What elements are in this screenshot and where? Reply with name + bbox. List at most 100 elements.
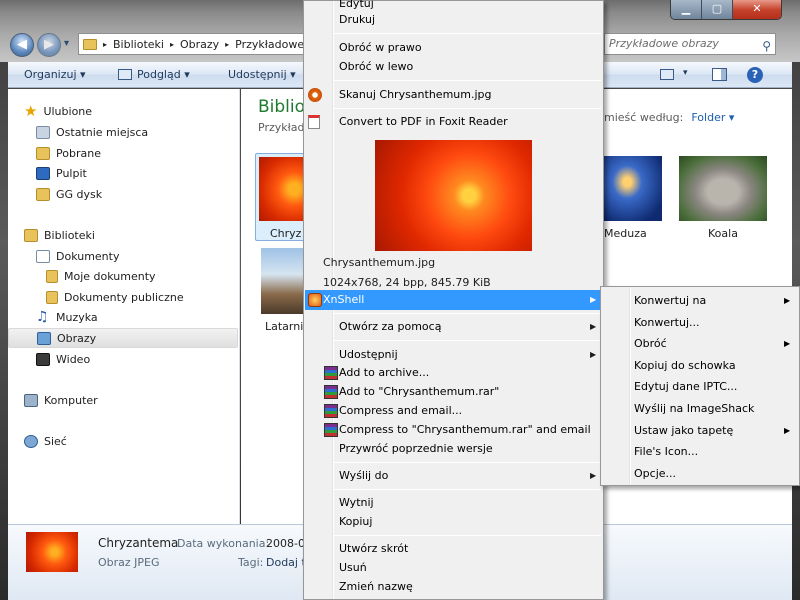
submenu-item-file-icon[interactable]: File's Icon... [634,442,698,462]
menu-item-foxit-convert[interactable]: Convert to PDF in Foxit Reader [339,112,508,132]
sidebar-item-videos[interactable]: Wideo [36,349,90,369]
submenu-item-copy-to-clipboard[interactable]: Kopiuj do schowka [634,356,736,376]
menu-item-share[interactable]: Udostępnij [339,345,398,365]
breadcrumb-pictures[interactable]: Obrazy [180,38,219,51]
details-file-type: Obraz JPEG [98,556,160,569]
file-name-lighthouse[interactable]: Latarni [265,320,303,333]
videos-icon [36,352,50,366]
file-name-jellyfish[interactable]: Meduza [604,227,647,240]
search-icon[interactable]: ⚲ [762,36,771,56]
menu-item-add-rar[interactable]: Add to "Chrysanthemum.rar" [339,382,499,402]
winrar-icon [324,385,338,399]
details-date-value[interactable]: 2008-0 [266,537,305,550]
sidebar-item-documents[interactable]: Dokumenty [36,246,119,266]
menu-item-delete[interactable]: Usuń [339,558,367,578]
share-button[interactable]: Udostępnij ▾ [228,68,296,81]
menu-separator [333,535,601,536]
sidebar-label: Obrazy [57,331,97,345]
sidebar-item-recent[interactable]: Ostatnie miejsca [36,122,148,142]
music-note-icon: ♫ [36,308,49,325]
maximize-button[interactable]: ▢ [702,0,733,19]
menu-item-compress-rar-email[interactable]: Compress to "Chrysanthemum.rar" and emai… [339,420,591,440]
koala-thumbnail[interactable] [679,156,767,221]
menu-item-compress-email[interactable]: Compress and email... [339,401,462,421]
sidebar-item-downloads[interactable]: Pobrane [36,143,101,163]
submenu-arrow-icon: ▶ [784,426,791,435]
menu-item-rotate-left[interactable]: Obróć w lewo [339,57,413,77]
menu-item-cut[interactable]: Wytnij [339,493,374,513]
preview-pane-icon[interactable] [712,68,727,81]
minimize-button[interactable]: ▁ [671,0,702,19]
sidebar-label: Biblioteki [44,228,95,242]
details-date-label: Data wykonania: [177,537,270,550]
breadcrumb-libraries[interactable]: Biblioteki [113,38,164,51]
file-name-koala[interactable]: Koala [708,227,738,240]
winrar-icon [324,423,338,437]
submenu-item-edit-iptc[interactable]: Edytuj dane IPTC... [634,377,737,397]
lighthouse-thumbnail[interactable] [261,248,303,314]
sidebar-item-music[interactable]: ♫ Muzyka [36,307,98,327]
menu-item-copy[interactable]: Kopiuj [339,512,372,532]
submenu-item-rotate[interactable]: Obróć [634,334,667,354]
forward-button[interactable]: ▶ [37,33,61,57]
sidebar-label: Dokumenty [56,249,120,263]
scan-icon [308,88,322,102]
submenu-item-set-wallpaper[interactable]: Ustaw jako tapetę [634,421,733,441]
sidebar-item-pictures[interactable]: Obrazy [8,328,238,348]
help-icon[interactable]: ? [747,67,763,83]
menu-item-rename[interactable]: Zmień nazwę [339,577,413,597]
submenu-arrow-icon: ▶ [590,350,597,359]
sidebar-item-gg-drive[interactable]: GG dysk [36,184,102,204]
submenu-item-options[interactable]: Opcje... [634,464,676,484]
chrysanthemum-thumbnail[interactable] [259,157,303,221]
menu-item-create-shortcut[interactable]: Utwórz skrót [339,539,408,559]
menu-item-print[interactable]: Drukuj [339,10,375,30]
close-button[interactable]: ✕ [733,0,781,19]
folder-icon [46,290,58,304]
details-file-name: Chryzantema [98,536,179,550]
back-button[interactable]: ◀ [10,33,34,57]
menu-item-rotate-right[interactable]: Obróć w prawo [339,38,422,58]
menu-item-restore-versions[interactable]: Przywróć poprzednie wersje [339,439,493,459]
menu-item-send-to[interactable]: Wyślij do [339,466,388,486]
view-dropdown-arrow[interactable]: ▾ [683,68,688,78]
submenu-item-convert[interactable]: Konwertuj... [634,313,699,333]
preview-file-info: 1024x768, 24 bpp, 845.79 KiB [323,276,491,289]
sidebar-item-libraries[interactable]: Biblioteki [24,225,95,245]
sidebar-item-my-documents[interactable]: Moje dokumenty [46,266,156,286]
sidebar-label: Ulubione [43,104,93,118]
file-name-chrysanthemum[interactable]: Chryz [270,227,301,240]
sidebar-label: Wideo [56,352,91,366]
menu-separator [333,489,601,490]
menu-item-xnshell[interactable]: XnShell [323,290,364,310]
sidebar-item-network[interactable]: Sieć [24,431,67,451]
recent-pages-dropdown[interactable]: ▾ [64,38,69,49]
breadcrumb-separator[interactable]: ▸ [103,40,107,49]
submenu-item-imageshack[interactable]: Wyślij na ImageShack [634,399,754,419]
menu-item-add-archive[interactable]: Add to archive... [339,363,429,383]
gg-drive-icon [36,187,50,201]
preview-button[interactable]: Podgląd ▾ [137,68,190,81]
breadcrumb-separator[interactable]: ▸ [225,40,229,49]
breadcrumb-separator[interactable]: ▸ [170,40,174,49]
sidebar-item-computer[interactable]: Komputer [24,390,98,410]
arrange-by-dropdown[interactable]: Folder ▾ [691,111,734,124]
preview-file-name: Chrysanthemum.jpg [323,256,436,269]
network-icon [24,434,38,448]
organize-button[interactable]: Organizuj ▾ [24,68,86,81]
preview-icon [118,69,132,80]
sidebar-item-public-documents[interactable]: Dokumenty publiczne [46,287,184,307]
menu-item-scan[interactable]: Skanuj Chrysanthemum.jpg [339,85,492,105]
details-tags-value[interactable]: Dodaj t [266,556,306,569]
sidebar-item-desktop[interactable]: Pulpit [36,163,87,183]
sidebar-item-favorites[interactable]: ★ Ulubione [24,101,92,121]
address-bar[interactable]: ▸ Biblioteki ▸ Obrazy ▸ Przykładowe [78,33,318,55]
search-input[interactable]: Przykładowe obrazy ⚲ [604,33,776,55]
sidebar-label: GG dysk [56,187,103,201]
submenu-item-convert-to[interactable]: Konwertuj na [634,291,706,311]
menu-item-open-with[interactable]: Otwórz za pomocą [339,317,441,337]
breadcrumb-sample-pictures[interactable]: Przykładowe [235,38,304,51]
view-options-icon[interactable] [660,69,674,80]
sidebar-label: Pulpit [56,166,87,180]
jellyfish-thumbnail[interactable] [604,156,662,221]
